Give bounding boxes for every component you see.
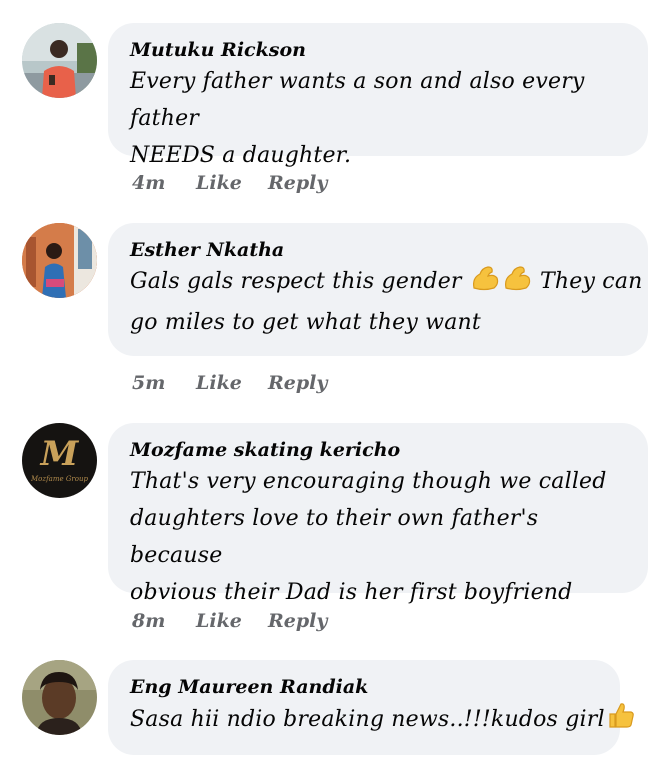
comment-text-part: Gals gals respect this gender (130, 269, 469, 294)
comment-author[interactable]: Eng Maureen Randiak (130, 674, 596, 700)
avatar[interactable] (22, 223, 97, 298)
thumbs-up-icon (606, 700, 636, 742)
svg-text:M: M (40, 434, 80, 474)
comment-author[interactable]: Mozfame skating kericho (130, 437, 624, 463)
profile-photo-icon (22, 660, 97, 735)
comment-actions: 4m Like Reply (132, 172, 327, 194)
like-button[interactable]: Like (196, 172, 268, 194)
like-button[interactable]: Like (196, 372, 268, 394)
comment-bubble: Eng Maureen Randiak Sasa hii ndio breaki… (108, 660, 634, 755)
comment-time[interactable]: 4m (132, 172, 196, 194)
comment-text-line: Every father wants a son and also every … (130, 69, 585, 131)
comment-bubble: Mutuku Rickson Every father wants a son … (108, 23, 648, 168)
comment-text-line: Gals gals respect this gender They can (130, 263, 642, 304)
avatar[interactable] (22, 660, 97, 735)
comment-text-line: Sasa hii ndio breaking news..!!!kudos gi… (130, 700, 634, 742)
comment-text-line: daughters love to their own father's bec… (130, 506, 539, 568)
comment-text-part: They can (532, 269, 643, 294)
comment-actions: 8m Like Reply (132, 610, 327, 632)
like-button[interactable]: Like (196, 610, 268, 632)
comment-time[interactable]: 5m (132, 372, 196, 394)
monogram-logo-icon: M Mozfame Group (22, 423, 97, 498)
comment-bubble: Esther Nkatha Gals gals respect this gen… (108, 223, 648, 356)
comment-text-line: That's very encouraging though we called (130, 469, 607, 494)
comment-text-part: Sasa hii ndio breaking news..!!!kudos gi… (130, 707, 605, 732)
comment-bubble: Mozfame skating kericho That's very enco… (108, 423, 648, 605)
reply-button[interactable]: Reply (268, 610, 327, 632)
profile-photo-icon (22, 23, 97, 98)
comment-text-line: NEEDS a daughter. (130, 143, 352, 168)
comment-author[interactable]: Mutuku Rickson (130, 37, 624, 63)
flexed-biceps-icon (502, 264, 532, 304)
comment-time[interactable]: 8m (132, 610, 196, 632)
flexed-biceps-icon (470, 264, 500, 304)
comment-author[interactable]: Esther Nkatha (130, 237, 624, 263)
profile-photo-icon (22, 223, 97, 298)
comment-actions: 5m Like Reply (132, 372, 327, 394)
avatar[interactable]: M Mozfame Group (22, 423, 97, 498)
comment-text-line: go miles to get what they want (130, 310, 481, 335)
comment-text-line: obvious their Dad is her first boyfriend (130, 580, 573, 605)
reply-button[interactable]: Reply (268, 372, 327, 394)
svg-text:Mozfame Group: Mozfame Group (30, 475, 89, 483)
avatar[interactable] (22, 23, 97, 98)
reply-button[interactable]: Reply (268, 172, 327, 194)
